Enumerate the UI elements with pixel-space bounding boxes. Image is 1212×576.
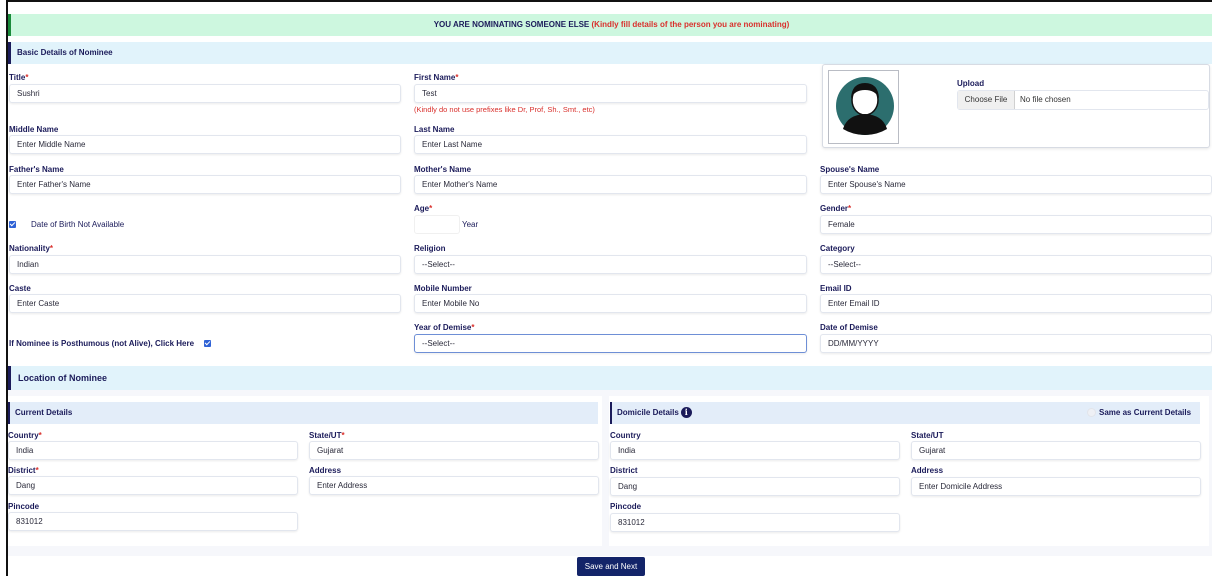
title-select[interactable]: Sushri bbox=[9, 84, 401, 103]
category-label: Category bbox=[820, 244, 855, 253]
banner-main-text: YOU ARE NOMINATING SOMEONE ELSE bbox=[433, 20, 590, 29]
domicile-country-select[interactable]: India bbox=[610, 441, 900, 460]
spouses-name-input[interactable]: Enter Spouse's Name bbox=[820, 175, 1212, 194]
fathers-name-input[interactable]: Enter Father's Name bbox=[9, 175, 401, 194]
file-input[interactable]: Choose File No file chosen bbox=[957, 90, 1209, 110]
date-of-demise-label: Date of Demise bbox=[820, 323, 878, 332]
domicile-details-heading: Domicile Details bbox=[617, 408, 679, 417]
current-details-header: Current Details bbox=[8, 402, 598, 424]
photo-preview bbox=[828, 70, 899, 144]
first-name-hint: (Kindly do not use prefixes like Dr, Pro… bbox=[414, 105, 595, 114]
location-heading: Location of Nominee bbox=[18, 373, 108, 383]
domicile-country-label: Country bbox=[610, 431, 641, 440]
current-country-label: Country* bbox=[8, 431, 42, 440]
nationality-label: Nationality* bbox=[9, 244, 54, 253]
first-name-label: First Name* bbox=[414, 73, 459, 82]
mobile-input[interactable]: Enter Mobile No bbox=[414, 294, 807, 313]
banner-note-text: (Kindly fill details of the person you a… bbox=[591, 20, 790, 29]
domicile-state-select[interactable]: Gujarat bbox=[911, 441, 1201, 460]
religion-label: Religion bbox=[414, 244, 446, 253]
middle-name-input[interactable]: Enter Middle Name bbox=[9, 135, 401, 154]
year-of-demise-select[interactable]: --Select-- bbox=[414, 334, 807, 353]
religion-select[interactable]: --Select-- bbox=[414, 255, 807, 274]
photo-upload-card: Upload Choose File No file chosen bbox=[822, 64, 1210, 148]
same-as-current-toggle[interactable] bbox=[1087, 408, 1096, 417]
caste-label: Caste bbox=[9, 284, 31, 293]
basic-details-header: Basic Details of Nominee bbox=[8, 42, 1212, 64]
spouses-name-label: Spouse's Name bbox=[820, 165, 880, 174]
domicile-district-label: District bbox=[610, 466, 638, 475]
domicile-address-label: Address bbox=[911, 466, 944, 475]
current-state-select[interactable]: Gujarat bbox=[309, 441, 599, 460]
choose-file-button[interactable]: Choose File bbox=[958, 91, 1015, 109]
upload-label: Upload bbox=[957, 79, 985, 88]
age-unit: Year bbox=[462, 220, 479, 229]
current-details-heading: Current Details bbox=[15, 408, 73, 417]
current-country-select[interactable]: India bbox=[8, 441, 298, 460]
domicile-district-select[interactable]: Dang bbox=[610, 477, 900, 496]
age-label: Age* bbox=[414, 204, 433, 213]
current-pincode-label: Pincode bbox=[8, 502, 40, 511]
basic-details-heading: Basic Details of Nominee bbox=[17, 48, 113, 57]
current-district-select[interactable]: Dang bbox=[8, 476, 298, 495]
domicile-pincode-input[interactable]: 831012 bbox=[610, 513, 900, 532]
date-of-demise-input[interactable]: DD/MM/YYYY bbox=[820, 334, 1212, 353]
domicile-pincode-label: Pincode bbox=[610, 502, 642, 511]
avatar-icon bbox=[836, 77, 894, 135]
gender-select[interactable]: Female bbox=[820, 215, 1212, 234]
email-label: Email ID bbox=[820, 284, 852, 293]
current-district-label: District* bbox=[8, 466, 39, 475]
mothers-name-input[interactable]: Enter Mother's Name bbox=[414, 175, 807, 194]
location-header: Location of Nominee bbox=[8, 366, 1212, 390]
info-icon[interactable]: i bbox=[680, 407, 692, 419]
current-state-label: State/UT* bbox=[309, 431, 345, 440]
last-name-input[interactable]: Enter Last Name bbox=[414, 135, 807, 154]
title-label: Title* bbox=[9, 73, 29, 82]
nomination-banner: YOU ARE NOMINATING SOMEONE ELSE (Kindly … bbox=[8, 14, 1212, 36]
email-input[interactable]: Enter Email ID bbox=[820, 294, 1212, 313]
domicile-state-label: State/UT bbox=[911, 431, 944, 440]
dob-not-available-checkbox[interactable] bbox=[9, 221, 16, 228]
nationality-select[interactable]: Indian bbox=[9, 255, 401, 274]
posthumous-label: If Nominee is Posthumous (not Alive), Cl… bbox=[9, 339, 195, 348]
age-input[interactable] bbox=[414, 215, 460, 234]
dob-not-available-label: Date of Birth Not Available bbox=[31, 220, 125, 229]
current-address-input[interactable]: Enter Address bbox=[309, 476, 599, 495]
current-pincode-input[interactable]: 831012 bbox=[8, 512, 298, 531]
save-and-next-button[interactable]: Save and Next bbox=[577, 557, 645, 576]
mothers-name-label: Mother's Name bbox=[414, 165, 472, 174]
first-name-input[interactable]: Test bbox=[414, 84, 807, 103]
same-as-current-label: Same as Current Details bbox=[1099, 408, 1192, 417]
fathers-name-label: Father's Name bbox=[9, 165, 64, 174]
posthumous-checkbox[interactable] bbox=[204, 340, 211, 347]
year-of-demise-label: Year of Demise* bbox=[414, 323, 475, 332]
file-name-text: No file chosen bbox=[1020, 95, 1071, 104]
current-address-label: Address bbox=[309, 466, 342, 475]
category-select[interactable]: --Select-- bbox=[820, 255, 1212, 274]
caste-input[interactable]: Enter Caste bbox=[9, 294, 401, 313]
domicile-address-input[interactable]: Enter Domicile Address bbox=[911, 477, 1201, 496]
last-name-label: Last Name bbox=[414, 125, 455, 134]
gender-label: Gender* bbox=[820, 204, 852, 213]
mobile-label: Mobile Number bbox=[414, 284, 472, 293]
middle-name-label: Middle Name bbox=[9, 125, 59, 134]
